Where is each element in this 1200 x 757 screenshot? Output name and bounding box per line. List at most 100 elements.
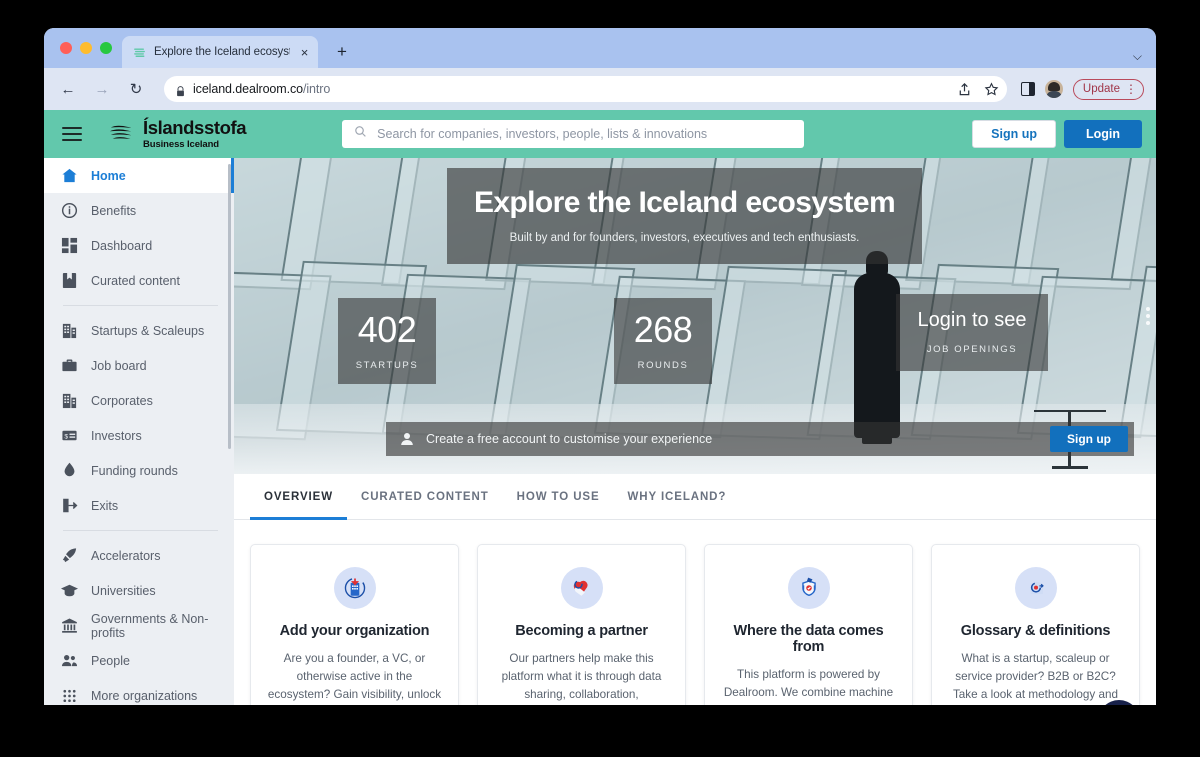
building-icon — [60, 392, 78, 410]
sidebar-divider — [63, 530, 218, 531]
browser-tab-title: Explore the Iceland ecosystem — [154, 46, 290, 58]
sidebar-item-home[interactable]: Home — [44, 158, 234, 193]
info-circle-icon — [60, 202, 78, 220]
stat-label: JOB OPENINGS — [926, 344, 1018, 355]
grid-dots-icon — [60, 687, 78, 705]
sidebar-item-label: More organizations — [91, 688, 198, 703]
sidebar-item-accelerators[interactable]: Accelerators — [44, 538, 234, 573]
people-icon — [60, 652, 78, 670]
sidebar-item-universities[interactable]: Universities — [44, 573, 234, 608]
update-button[interactable]: Update ⋮ — [1072, 78, 1144, 100]
tab-how-to-use[interactable]: HOW TO USE — [503, 474, 614, 520]
sidebar-item-governments-nonprofits[interactable]: Governments & Non-profits — [44, 608, 234, 643]
back-button[interactable]: ← — [56, 77, 80, 101]
brand-logo-block[interactable]: Íslandsstofa Business Iceland — [108, 118, 247, 149]
browser-menu-icon[interactable]: ⋮ — [1125, 83, 1137, 95]
close-tab-button[interactable]: × — [297, 45, 312, 60]
data-shield-icon — [787, 567, 830, 609]
sidebar-scrollbar[interactable] — [228, 164, 231, 449]
address-bar[interactable]: iceland.dealroom.co/intro — [164, 76, 1007, 102]
stat-value: 268 — [633, 309, 693, 350]
sidebar-item-label: Governments & Non-profits — [91, 611, 209, 640]
search-input[interactable]: Search for companies, investors, people,… — [342, 120, 805, 148]
hamburger-icon[interactable] — [62, 127, 82, 141]
side-panel-icon[interactable] — [1020, 82, 1035, 96]
minimize-window-button[interactable] — [80, 42, 92, 54]
tab-overview[interactable]: OVERVIEW — [250, 474, 347, 520]
sidebar-item-more-organizations[interactable]: More organizations — [44, 678, 234, 705]
hero-subtitle: Built by and for founders, investors, ex… — [509, 232, 860, 244]
islandsstofa-logo — [108, 122, 136, 146]
sidebar-item-label: Home — [91, 168, 126, 183]
building-icon — [60, 322, 78, 340]
browser-window: Explore the Iceland ecosystem × + ⌵ ← → … — [44, 28, 1156, 705]
address-path: /intro — [302, 82, 331, 96]
app-header: Íslandsstofa Business Iceland Search for… — [44, 110, 1156, 158]
sidebar-item-people[interactable]: People — [44, 643, 234, 678]
sidebar-item-label: Startups & Scaleups — [91, 323, 205, 338]
login-button[interactable]: Login — [1063, 120, 1142, 148]
stat-startups[interactable]: 402 STARTUPS — [338, 298, 436, 384]
close-window-button[interactable] — [60, 42, 72, 54]
reload-button[interactable]: ↻ — [124, 77, 148, 101]
sidebar-item-benefits[interactable]: Benefits — [44, 193, 234, 228]
card-title: Add your organization — [279, 623, 430, 639]
sidebar-item-startups-scaleups[interactable]: Startups & Scaleups — [44, 313, 234, 348]
sidebar-item-label: Accelerators — [91, 548, 161, 563]
stat-job-openings-locked[interactable]: Login to see JOB OPENINGS — [896, 294, 1048, 371]
hero-scroll-indicator[interactable] — [1146, 307, 1150, 325]
tab-search-icon[interactable]: ⌵ — [1133, 49, 1142, 64]
new-tab-button[interactable]: + — [331, 40, 353, 62]
tab-curated-content[interactable]: CURATED CONTENT — [347, 474, 503, 520]
card-title: Glossary & definitions — [960, 623, 1111, 639]
sidebar-item-label: Job board — [91, 358, 147, 373]
card-add-your-organization[interactable]: Add your organization Are you a founder,… — [250, 544, 459, 705]
sidebar-divider — [63, 305, 218, 306]
content-tabs: OVERVIEW CURATED CONTENT HOW TO USE WHY … — [234, 474, 1156, 520]
hero-table — [1034, 410, 1106, 469]
browser-tab[interactable]: Explore the Iceland ecosystem × — [122, 36, 318, 68]
forward-button[interactable]: → — [90, 77, 114, 101]
create-account-text: Create a free account to customise your … — [426, 432, 713, 446]
site-favicon — [132, 45, 147, 60]
sidebar-item-corporates[interactable]: Corporates — [44, 383, 234, 418]
bookmark-book-icon — [60, 272, 78, 290]
browser-tab-strip: Explore the Iceland ecosystem × + ⌵ — [44, 28, 1156, 68]
sidebar-item-exits[interactable]: Exits — [44, 488, 234, 523]
sidebar-item-label: Corporates — [91, 393, 153, 408]
card-title: Where the data comes from — [733, 623, 884, 655]
card-body: Our partners help make this platform wha… — [501, 652, 662, 701]
update-label: Update — [1082, 83, 1120, 95]
share-icon[interactable] — [957, 82, 972, 97]
sidebar-item-investors[interactable]: $ Investors — [44, 418, 234, 453]
stat-rounds[interactable]: 268 ROUNDS — [614, 298, 712, 384]
sidebar-item-job-board[interactable]: Job board — [44, 348, 234, 383]
address-bar-text: iceland.dealroom.co/intro — [193, 82, 330, 96]
glossary-head-icon — [1014, 567, 1057, 609]
rocket-icon — [60, 547, 78, 565]
hero-person-silhouette — [854, 251, 900, 444]
stat-label: STARTUPS — [355, 360, 419, 371]
signup-button[interactable]: Sign up — [972, 120, 1056, 148]
sidebar-item-funding-rounds[interactable]: Funding rounds — [44, 453, 234, 488]
tab-why-iceland[interactable]: WHY ICELAND? — [614, 474, 741, 520]
sidebar-item-curated-content[interactable]: Curated content — [44, 263, 234, 298]
brand-text: Íslandsstofa Business Iceland — [143, 118, 247, 149]
sidebar-item-label: Exits — [91, 498, 119, 513]
bank-icon — [60, 617, 78, 635]
card-where-the-data-comes-from[interactable]: Where the data comes from This platform … — [704, 544, 913, 705]
browser-toolbar: ← → ↻ iceland.dealroom.co/intro Update ⋮ — [44, 68, 1156, 110]
search-icon — [354, 125, 367, 143]
card-glossary-definitions[interactable]: Glossary & definitions What is a startup… — [931, 544, 1140, 705]
sidebar-item-dashboard[interactable]: Dashboard — [44, 228, 234, 263]
card-body: What is a startup, scaleup or service pr… — [952, 652, 1119, 701]
hero-signup-button[interactable]: Sign up — [1050, 426, 1128, 452]
star-icon[interactable] — [984, 81, 999, 97]
svg-text:$: $ — [64, 433, 68, 440]
main-content: Explore the Iceland ecosystem Built by a… — [234, 158, 1156, 705]
money-card-icon: $ — [60, 427, 78, 445]
sidebar-item-label: People — [91, 653, 130, 668]
maximize-window-button[interactable] — [100, 42, 112, 54]
card-becoming-a-partner[interactable]: Becoming a partner Our partners help mak… — [477, 544, 686, 705]
avatar[interactable] — [1044, 80, 1063, 98]
